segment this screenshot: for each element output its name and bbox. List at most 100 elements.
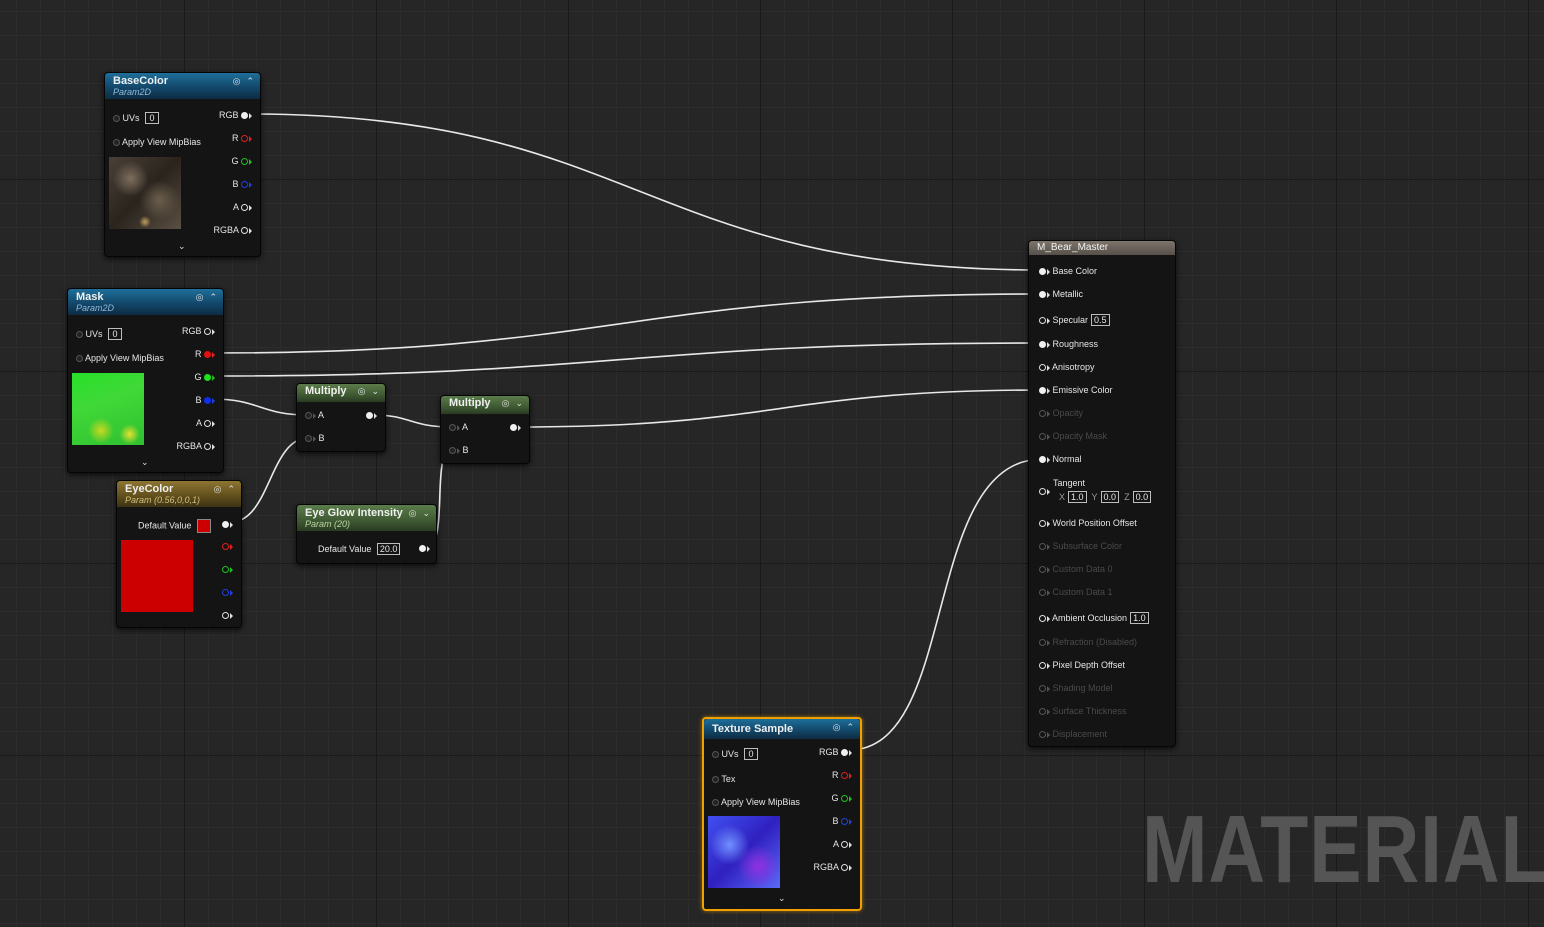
eye-glow-intensity-node[interactable]: Eye Glow Intensity Param (20) ◎ ⌄ Default… <box>296 504 437 564</box>
output-g[interactable]: G <box>194 372 215 382</box>
multiply-header[interactable]: Multiply ◎ ⌄ <box>297 384 385 402</box>
mip-input-row[interactable]: Apply View MipBias <box>712 797 800 807</box>
tex-input-row[interactable]: Tex <box>712 774 735 784</box>
expand-chevron-icon[interactable]: ⌄ <box>778 893 786 904</box>
input-pin[interactable] <box>1039 317 1046 325</box>
output-pin[interactable] <box>204 328 211 336</box>
input-pin[interactable] <box>1039 268 1046 276</box>
collapse-icon[interactable]: ⌃ <box>846 722 854 732</box>
preview-toggle-icon[interactable]: ◎ <box>358 386 366 396</box>
collapse-icon[interactable]: ⌃ <box>209 292 217 302</box>
output-pin[interactable] <box>841 772 848 780</box>
mask-node[interactable]: Mask Param2D ◎ ⌃ UVs 0 Apply View MipBias… <box>67 288 224 473</box>
preview-toggle-icon[interactable]: ◎ <box>833 722 841 732</box>
preview-toggle-icon[interactable]: ◎ <box>214 484 222 494</box>
output-pin[interactable] <box>204 397 211 405</box>
output-a[interactable]: A <box>833 839 852 849</box>
output-pin-row[interactable] <box>419 543 430 553</box>
output-pin[interactable] <box>241 112 248 120</box>
input-pin[interactable] <box>1039 341 1046 349</box>
collapse-icon[interactable]: ⌃ <box>246 76 254 86</box>
collapse-icon[interactable]: ⌄ <box>371 386 379 396</box>
output-pin[interactable] <box>222 543 229 551</box>
input-anisotropy[interactable]: Anisotropy <box>1039 362 1095 372</box>
output-pin[interactable] <box>841 841 848 849</box>
input-pin[interactable] <box>305 435 312 443</box>
uvs-value-field[interactable]: 0 <box>744 748 759 760</box>
preview-toggle-icon[interactable]: ◎ <box>409 508 417 518</box>
input-a[interactable]: A <box>449 422 468 432</box>
input-base-color[interactable]: Base Color <box>1039 266 1097 276</box>
expand-chevron-icon[interactable]: ⌄ <box>178 241 186 252</box>
mask-header[interactable]: Mask Param2D ◎ ⌃ <box>68 289 223 315</box>
input-pin[interactable] <box>1039 662 1046 670</box>
uvs-input-row[interactable]: UVs 0 <box>76 328 123 340</box>
collapse-icon[interactable]: ⌃ <box>227 484 235 494</box>
output-g[interactable]: G <box>831 793 852 803</box>
output-pin[interactable] <box>241 135 248 143</box>
input-pin[interactable] <box>1039 615 1046 623</box>
tex-pin[interactable] <box>712 776 719 784</box>
output-pin[interactable] <box>841 818 848 826</box>
mip-input-row[interactable]: Apply View MipBias <box>76 353 164 363</box>
output-g[interactable]: G <box>231 156 252 166</box>
output-rgba[interactable]: RGBA <box>213 225 252 235</box>
default-value-row[interactable]: Default Value <box>138 519 211 533</box>
multiply-header[interactable]: Multiply ◎ ⌄ <box>441 396 529 414</box>
input-emissive-color[interactable]: Emissive Color <box>1039 385 1113 395</box>
input-pin[interactable] <box>449 447 456 455</box>
mip-pin[interactable] <box>113 139 120 147</box>
uvs-pin[interactable] <box>712 751 719 759</box>
output-b[interactable]: B <box>832 816 852 826</box>
output-pin[interactable] <box>841 864 848 872</box>
output-pin[interactable] <box>241 158 248 166</box>
multiply-node-2[interactable]: Multiply ◎ ⌄ A B <box>440 395 530 464</box>
texture-sample-header[interactable]: Texture Sample ◎ ⌃ <box>704 719 860 739</box>
uvs-input-row[interactable]: UVs 0 <box>113 112 160 124</box>
output-pin-row[interactable] <box>510 422 521 432</box>
output-g[interactable] <box>222 564 233 574</box>
input-pin[interactable] <box>1039 456 1046 464</box>
tangent-vector-fields[interactable]: X 1.0 Y 0.0 Z 0.0 <box>1059 491 1152 503</box>
preview-toggle-icon[interactable]: ◎ <box>502 398 510 408</box>
output-pin[interactable] <box>419 545 426 553</box>
output-pin[interactable] <box>204 374 211 382</box>
output-r[interactable]: R <box>832 770 852 780</box>
input-b[interactable]: B <box>449 445 469 455</box>
input-pin[interactable] <box>1039 520 1046 528</box>
multiply-node-1[interactable]: Multiply ◎ ⌄ A B <box>296 383 386 452</box>
output-pin[interactable] <box>222 589 229 597</box>
specular-value-field[interactable]: 0.5 <box>1091 314 1110 326</box>
preview-toggle-icon[interactable]: ◎ <box>233 76 241 86</box>
output-pin[interactable] <box>222 612 229 620</box>
output-rgba[interactable]: RGBA <box>813 862 852 872</box>
output-pin[interactable] <box>222 566 229 574</box>
output-pin[interactable] <box>222 521 229 529</box>
eyecolor-header[interactable]: EyeColor Param (0.56,0,0,1) ◎ ⌃ <box>117 481 241 507</box>
eye-glow-header[interactable]: Eye Glow Intensity Param (20) ◎ ⌄ <box>297 505 436 531</box>
input-pin[interactable] <box>1039 291 1046 299</box>
input-metallic[interactable]: Metallic <box>1039 289 1083 299</box>
ao-value-field[interactable]: 1.0 <box>1130 612 1149 624</box>
collapse-icon[interactable]: ⌄ <box>422 508 430 518</box>
output-pin[interactable] <box>841 795 848 803</box>
input-b[interactable]: B <box>305 433 325 443</box>
material-result-header[interactable]: M_Bear_Master <box>1029 241 1175 255</box>
output-pin[interactable] <box>241 227 248 235</box>
input-normal[interactable]: Normal <box>1039 454 1082 464</box>
output-pin[interactable] <box>204 443 211 451</box>
input-pin[interactable] <box>305 412 312 420</box>
output-pin-row[interactable] <box>366 410 377 420</box>
eyecolor-node[interactable]: EyeColor Param (0.56,0,0,1) ◎ ⌃ Default V… <box>116 480 242 628</box>
color-swatch[interactable] <box>196 519 211 533</box>
output-b[interactable]: B <box>195 395 215 405</box>
input-pin[interactable] <box>1039 387 1046 395</box>
output-r[interactable]: R <box>232 133 252 143</box>
texture-sample-node[interactable]: Texture Sample ◎ ⌃ UVs 0 Tex Apply View M… <box>702 717 862 911</box>
uvs-pin[interactable] <box>113 115 120 123</box>
output-pin[interactable] <box>366 412 373 420</box>
tangent-z-field[interactable]: 0.0 <box>1132 491 1152 503</box>
output-pin[interactable] <box>841 749 848 757</box>
output-pin[interactable] <box>204 420 211 428</box>
output-b[interactable] <box>222 587 233 597</box>
